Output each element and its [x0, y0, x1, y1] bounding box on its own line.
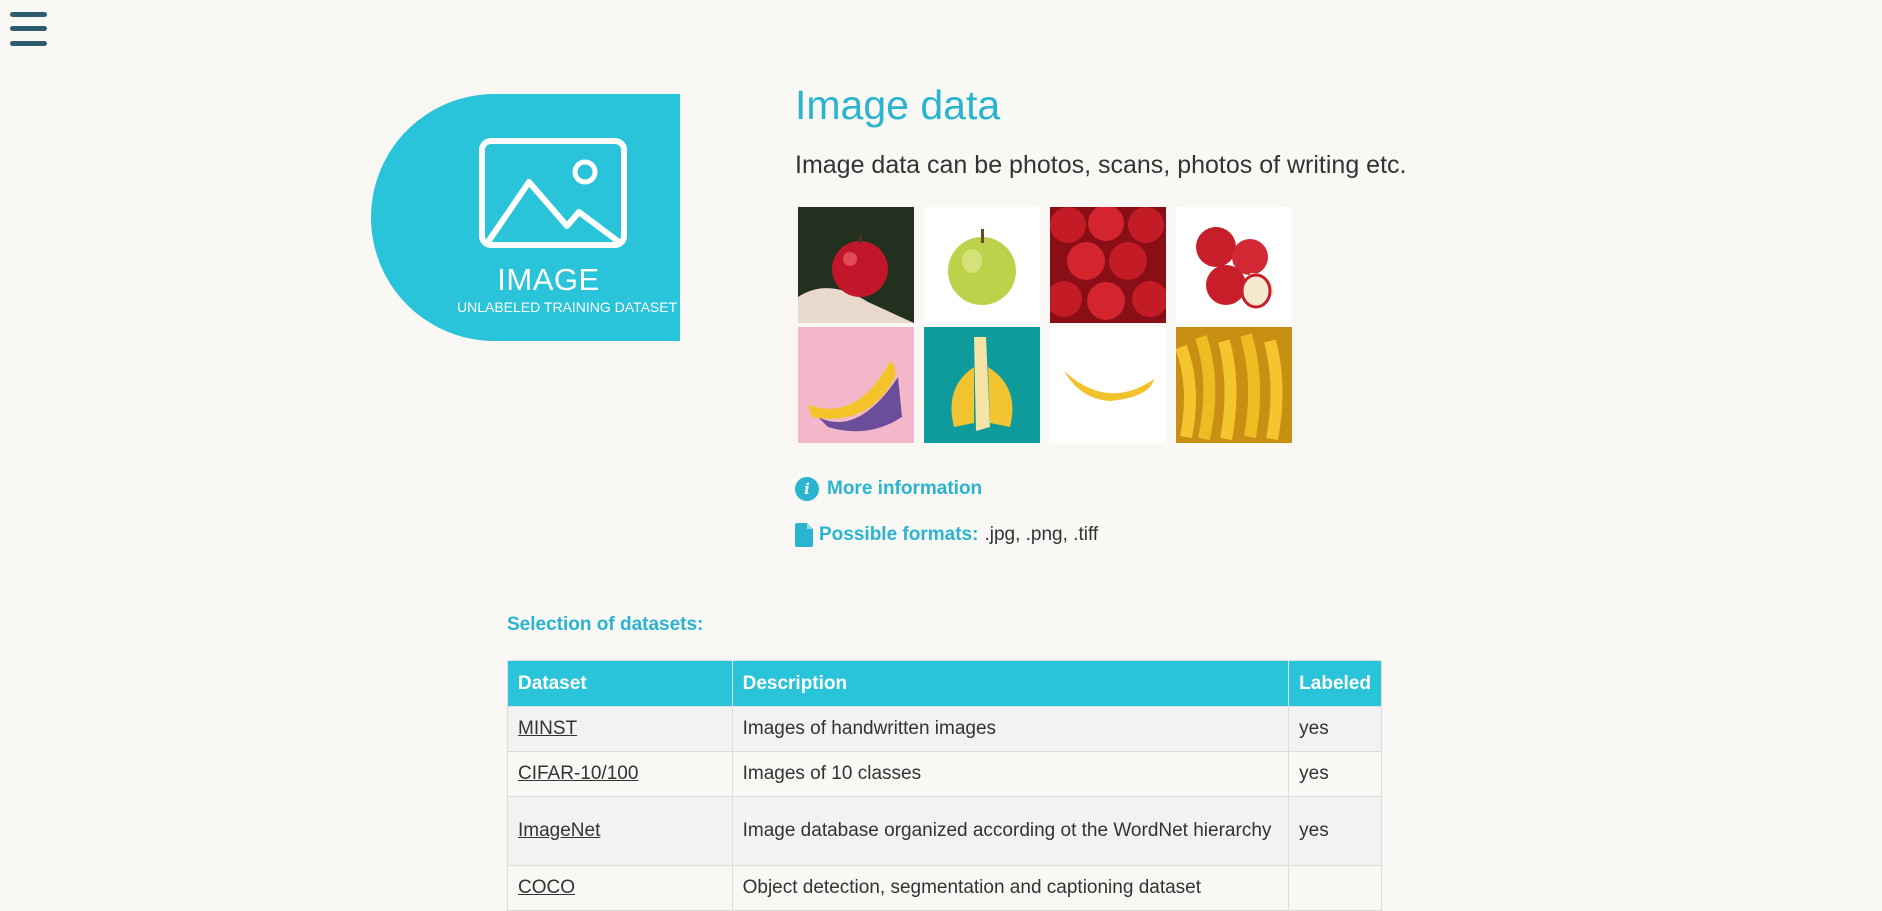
formats-label: Possible formats: [819, 524, 979, 545]
table-row: CIFAR-10/100 Images of 10 classes yes [507, 751, 1382, 797]
single-banana-image [1050, 327, 1166, 443]
menu-bar [10, 12, 47, 17]
page-title: Image data [795, 82, 1001, 128]
table-row: COCO Object detection, segmentation and … [507, 865, 1382, 911]
dataset-cell: COCO [507, 865, 733, 911]
description-cell: Images of 10 classes [731, 751, 1290, 797]
dataset-link-minst[interactable]: MINST [518, 718, 577, 739]
labeled-cell [1288, 865, 1382, 911]
column-header-description: Description [731, 660, 1290, 707]
menu-bar [10, 41, 47, 46]
dataset-cell: CIFAR-10/100 [507, 751, 733, 797]
possible-formats: Possible formats: .jpg, .png, .tiff [795, 523, 1098, 547]
dataset-link-cifar[interactable]: CIFAR-10/100 [518, 763, 638, 784]
dataset-cell: ImageNet [507, 796, 733, 866]
more-information-link[interactable]: i More information [795, 477, 982, 501]
datasets-table: Dataset Description Labeled MINST Images… [507, 660, 1382, 911]
dataset-link-coco[interactable]: COCO [518, 877, 575, 898]
file-icon [795, 523, 813, 547]
intro-text: Image data can be photos, scans, photos … [795, 151, 1407, 179]
description-cell: Object detection, segmentation and capti… [731, 865, 1290, 911]
red-apples-pile-image [1050, 207, 1166, 323]
image-dataset-badge: IMAGE UNLABELED TRAINING DATASET [371, 94, 680, 341]
labeled-cell: yes [1288, 751, 1382, 797]
table-header-row: Dataset Description Labeled [507, 660, 1382, 707]
column-header-dataset: Dataset [507, 660, 733, 707]
dataset-link-imagenet[interactable]: ImageNet [518, 820, 600, 841]
image-icon [479, 138, 627, 248]
description-cell: Image database organized according ot th… [731, 796, 1290, 866]
formats-value: .jpg, .png, .tiff [984, 524, 1099, 545]
peeled-banana-image [924, 327, 1040, 443]
column-header-labeled: Labeled [1288, 660, 1382, 707]
table-row: ImageNet Image database organized accord… [507, 796, 1382, 866]
hamburger-menu-button[interactable] [10, 12, 47, 46]
more-information-label: More information [827, 478, 983, 499]
labeled-cell: yes [1288, 706, 1382, 752]
table-row: MINST Images of handwritten images yes [507, 706, 1382, 752]
fruit-image-gallery [798, 207, 1296, 445]
apple-in-hand-image [798, 207, 914, 323]
menu-bar [10, 26, 47, 31]
badge-subtitle: UNLABELED TRAINING DATASET [457, 299, 678, 315]
green-apple-image [924, 207, 1040, 323]
description-cell: Images of handwritten images [731, 706, 1290, 752]
banana-on-pink-image [798, 327, 914, 443]
badge-title: IMAGE [497, 262, 600, 297]
banana-bunches-image [1176, 327, 1292, 443]
dataset-cell: MINST [507, 706, 733, 752]
datasets-heading: Selection of datasets: [507, 614, 704, 635]
cut-apples-image [1176, 207, 1292, 323]
labeled-cell: yes [1288, 796, 1382, 866]
info-icon: i [795, 477, 819, 501]
